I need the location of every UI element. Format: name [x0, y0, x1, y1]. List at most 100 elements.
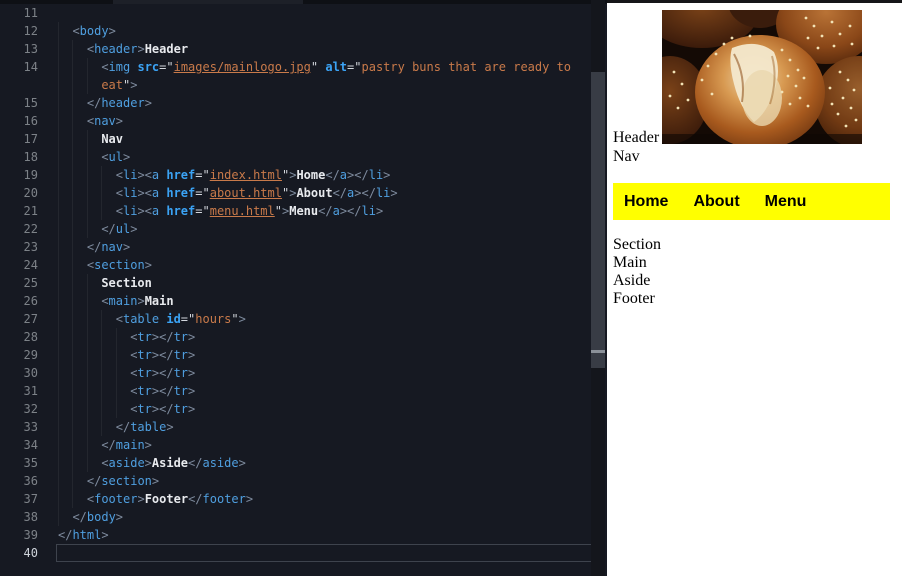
line-number[interactable]: 24	[0, 256, 38, 274]
code-line[interactable]: 35 <aside>Aside</aside>	[0, 454, 591, 472]
indent-guide	[86, 292, 101, 310]
indent-guide	[72, 328, 86, 346]
line-number[interactable]	[0, 76, 38, 94]
line-number[interactable]: 40	[0, 544, 38, 562]
code-line[interactable]: 12 <body>	[0, 22, 591, 40]
line-number[interactable]: 12	[0, 22, 38, 40]
code-line[interactable]: 32 <tr></tr>	[0, 400, 591, 418]
line-number[interactable]: 21	[0, 202, 38, 220]
code-line[interactable]: 25 Section	[0, 274, 591, 292]
indent-guide	[115, 382, 130, 400]
line-number[interactable]: 19	[0, 166, 38, 184]
code-text: Nav	[58, 130, 123, 148]
line-number[interactable]: 23	[0, 238, 38, 256]
code-line[interactable]: 38 </body>	[0, 508, 591, 526]
code-line[interactable]: 26 <main>Main	[0, 292, 591, 310]
indent-guide	[72, 256, 86, 274]
line-number[interactable]: 33	[0, 418, 38, 436]
code-line[interactable]: 13 <header>Header	[0, 40, 591, 58]
code-line[interactable]: 31 <tr></tr>	[0, 382, 591, 400]
preview-text-line: Aside	[613, 272, 651, 289]
preview-nav-bar: Home About Menu	[613, 183, 890, 220]
line-number[interactable]: 32	[0, 400, 38, 418]
line-number[interactable]: 34	[0, 436, 38, 454]
code-line[interactable]: 36 </section>	[0, 472, 591, 490]
code-line[interactable]: eat">	[0, 76, 591, 94]
line-number[interactable]: 29	[0, 346, 38, 364]
indent-guide	[115, 364, 130, 382]
code-line[interactable]: 37 <footer>Footer</footer>	[0, 490, 591, 508]
code-line[interactable]: 34 </main>	[0, 436, 591, 454]
preview-nav-link[interactable]: Menu	[765, 193, 807, 211]
indent-guide	[58, 148, 72, 166]
code-line[interactable]: 19 <li><a href="index.html">Home</a></li>	[0, 166, 591, 184]
indent-guide	[72, 202, 86, 220]
editor-scrollbar-thumb[interactable]	[591, 72, 605, 368]
line-number[interactable]: 15	[0, 94, 38, 112]
code-line[interactable]: 14 <img src="images/mainlogo.jpg" alt="pa…	[0, 58, 591, 76]
editor-scrollbar[interactable]	[591, 0, 605, 576]
indent-guide	[101, 400, 115, 418]
line-number[interactable]: 22	[0, 220, 38, 238]
line-number[interactable]: 28	[0, 328, 38, 346]
indent-guide	[86, 382, 101, 400]
line-number[interactable]: 20	[0, 184, 38, 202]
line-number[interactable]: 18	[0, 148, 38, 166]
preview-nav-link[interactable]: Home	[624, 193, 668, 211]
line-number[interactable]: 39	[0, 526, 38, 544]
line-number[interactable]: 13	[0, 40, 38, 58]
line-number[interactable]: 26	[0, 292, 38, 310]
code-text: <li><a href="index.html">Home</a></li>	[58, 166, 390, 184]
indent-guide	[58, 202, 72, 220]
code-line[interactable]: 33 </table>	[0, 418, 591, 436]
indent-guide	[72, 310, 86, 328]
line-number[interactable]: 27	[0, 310, 38, 328]
line-number[interactable]: 38	[0, 508, 38, 526]
line-number[interactable]: 17	[0, 130, 38, 148]
preview-nav-link[interactable]: About	[693, 193, 739, 211]
code-line[interactable]: 30 <tr></tr>	[0, 364, 591, 382]
code-editor-pane[interactable]: 11 12 <body> 13 <header>Header 14 <img src="im…	[0, 0, 607, 576]
line-number[interactable]: 35	[0, 454, 38, 472]
code-text: <section>	[58, 256, 152, 274]
code-line[interactable]: 24 <section>	[0, 256, 591, 274]
code-area[interactable]: 11 12 <body> 13 <header>Header 14 <img src="im…	[0, 4, 591, 562]
code-text: </table>	[58, 418, 174, 436]
code-line[interactable]: 22 </ul>	[0, 220, 591, 238]
code-line[interactable]: 39 </html>	[0, 526, 591, 544]
code-text: </nav>	[58, 238, 130, 256]
code-line[interactable]: 21 <li><a href="menu.html">Menu</a></li>	[0, 202, 591, 220]
code-line[interactable]: 23 </nav>	[0, 238, 591, 256]
code-text: <ul>	[58, 148, 130, 166]
line-number[interactable]: 11	[0, 4, 38, 22]
code-line[interactable]: 16 <nav>	[0, 112, 591, 130]
preview-body: Header Nav Home About Menu Section Main …	[607, 3, 902, 576]
indent-guide	[101, 166, 115, 184]
indent-guide	[58, 400, 72, 418]
code-text: <tr></tr>	[58, 328, 195, 346]
code-line[interactable]: 11	[0, 4, 591, 22]
indent-guide	[58, 256, 72, 274]
line-number[interactable]: 36	[0, 472, 38, 490]
code-line[interactable]: 15 </header>	[0, 94, 591, 112]
preview-text-line: Section	[613, 236, 661, 253]
code-line[interactable]: 27 <table id="hours">	[0, 310, 591, 328]
code-line[interactable]: 29 <tr></tr>	[0, 346, 591, 364]
indent-guide	[101, 364, 115, 382]
indent-guide	[72, 238, 86, 256]
code-line[interactable]: 20 <li><a href="about.html">About</a></li…	[0, 184, 591, 202]
code-line[interactable]: 18 <ul>	[0, 148, 591, 166]
line-number[interactable]: 31	[0, 382, 38, 400]
line-number[interactable]: 30	[0, 364, 38, 382]
indent-guide	[86, 436, 101, 454]
indent-guide	[86, 274, 101, 292]
line-number[interactable]: 37	[0, 490, 38, 508]
code-text: </html>	[58, 528, 109, 542]
indent-guide	[101, 184, 115, 202]
code-line[interactable]: 28 <tr></tr>	[0, 328, 591, 346]
line-number[interactable]: 16	[0, 112, 38, 130]
line-number[interactable]: 25	[0, 274, 38, 292]
line-number[interactable]: 14	[0, 58, 38, 76]
code-line[interactable]: 17 Nav	[0, 130, 591, 148]
indent-guide	[72, 220, 86, 238]
